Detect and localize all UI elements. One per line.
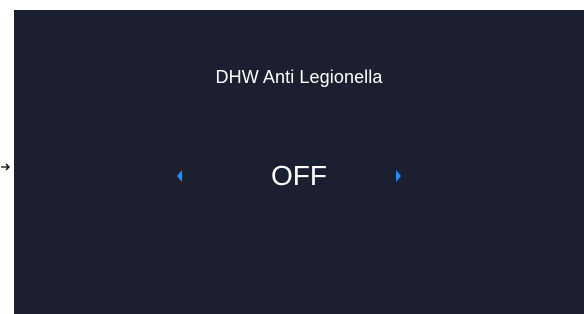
value-selector: OFF [14, 156, 584, 196]
page: DHW Anti Legionella OFF [0, 0, 584, 314]
caret-right-icon [392, 166, 404, 186]
setting-title: DHW Anti Legionella [215, 67, 383, 87]
settings-panel: DHW Anti Legionella OFF [14, 10, 584, 314]
setting-value: OFF [271, 160, 327, 191]
next-option-button[interactable] [392, 166, 404, 186]
arrow-right-icon [0, 160, 12, 172]
